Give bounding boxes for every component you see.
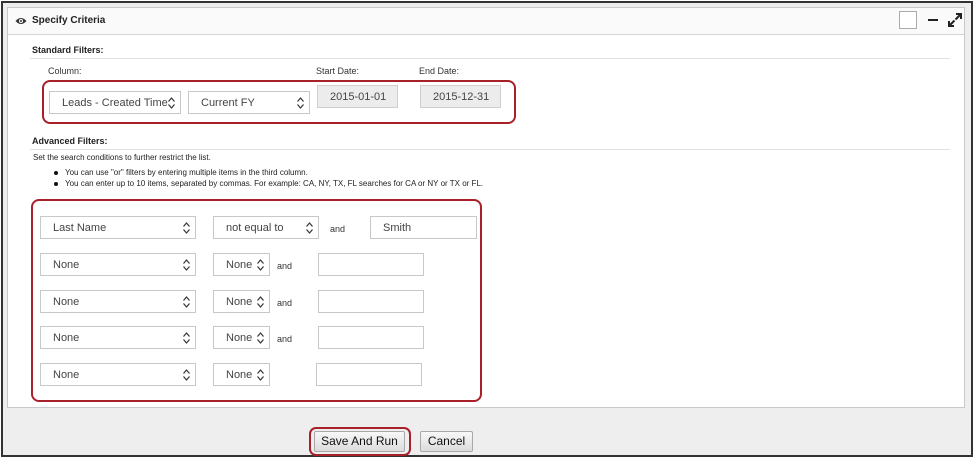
panel-title: Specify Criteria <box>32 15 106 26</box>
expand-button[interactable] <box>946 11 964 29</box>
eye-icon <box>15 18 27 24</box>
panel-header: Specify Criteria <box>8 8 964 35</box>
start-date-label: Start Date: <box>316 66 360 76</box>
tip-item: You can enter up to 10 items, separated … <box>54 179 483 188</box>
standard-filters-highlight <box>42 80 516 124</box>
advanced-divider <box>30 149 950 150</box>
specify-criteria-panel: Specify Criteria Standard Filters: Colum… <box>7 7 965 408</box>
restore-button[interactable] <box>899 11 917 29</box>
column-label: Column: <box>48 66 82 76</box>
standard-filters-heading: Standard Filters: <box>32 45 104 55</box>
cancel-button[interactable]: Cancel <box>420 431 473 452</box>
end-date-label: End Date: <box>419 66 460 76</box>
expand-icon <box>948 13 962 27</box>
standard-divider <box>30 58 950 59</box>
tip-item: You can use "or" filters by entering mul… <box>54 168 308 177</box>
advanced-filters-highlight <box>31 199 482 402</box>
advanced-filters-heading: Advanced Filters: <box>32 136 108 146</box>
minimize-button[interactable] <box>924 11 942 29</box>
advanced-description: Set the search conditions to further res… <box>33 153 211 162</box>
save-and-run-button[interactable]: Save And Run <box>314 431 405 452</box>
